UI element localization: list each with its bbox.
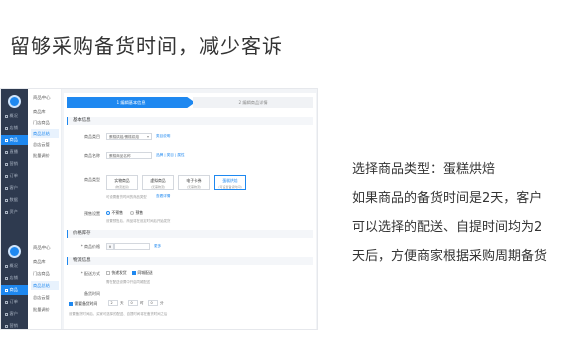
nav-item-order[interactable]: 订单 bbox=[1, 297, 28, 307]
sub-item-cloud[interactable]: 总店云管 bbox=[31, 293, 59, 302]
preorder-hint: 设置预售后，商品将在设定时间后开始发货 bbox=[106, 219, 171, 223]
stock-time-note: 设置备货时间后，买家可选择的配送、自提时间将在备货时间之后 bbox=[69, 312, 168, 316]
store-icon bbox=[5, 276, 8, 280]
stock-minutes-unit: 分 bbox=[160, 301, 164, 305]
nav-item-goods[interactable]: 商品 bbox=[1, 285, 28, 295]
stock-hours-unit: 时 bbox=[140, 301, 144, 305]
type-card-virtual[interactable]: 虚拟商品 (无需物流) bbox=[142, 175, 174, 190]
sub-item-library[interactable]: 商品库 bbox=[31, 107, 59, 116]
name-label: 商品名称 bbox=[84, 153, 100, 158]
checkbox-box bbox=[132, 271, 136, 275]
name-input[interactable]: 蛋糕商品名称 bbox=[106, 152, 152, 159]
price-label: * 商品价格 bbox=[80, 244, 100, 249]
store-logo bbox=[8, 95, 21, 108]
preorder-yes-radio[interactable]: 预售 bbox=[130, 210, 143, 216]
goods-icon bbox=[5, 138, 8, 142]
goods-icon bbox=[5, 288, 8, 292]
order-icon bbox=[5, 174, 8, 178]
category-label: 商品类目 bbox=[84, 134, 100, 139]
sub-item-goods-summary[interactable]: 商品总结 bbox=[31, 281, 59, 290]
stock-days-select[interactable]: 2 bbox=[108, 300, 118, 306]
type-label: 商品类型 bbox=[84, 177, 100, 182]
sub-item-cloud[interactable]: 总店云管 bbox=[31, 140, 59, 149]
section-logistics: 物流信息 bbox=[67, 257, 313, 265]
currency-prefix: ¥ bbox=[106, 243, 114, 250]
stock-time-checkbox[interactable]: 需要备货时间 bbox=[69, 301, 97, 307]
type-note: 可设置备货时间的商品类型 bbox=[106, 195, 147, 199]
sub-nav-heading: 商品中心 bbox=[33, 96, 51, 101]
radio-dot bbox=[130, 211, 134, 215]
nav-item-home[interactable]: 概况 bbox=[1, 111, 28, 121]
delivery-express-checkbox[interactable]: 快递发货 bbox=[106, 270, 127, 276]
nav-item-live[interactable]: 直播 bbox=[1, 147, 28, 157]
order-icon bbox=[5, 300, 8, 304]
nav-item-home[interactable]: 概况 bbox=[1, 261, 28, 271]
step-basic-info[interactable]: 1 编辑基本信息 bbox=[67, 97, 195, 108]
category-select[interactable]: 蛋糕烘焙/蛋糕烘焙 bbox=[106, 133, 152, 140]
checkbox-box bbox=[69, 302, 73, 306]
marketing-icon bbox=[5, 162, 8, 166]
nav-item-customer[interactable]: 客户 bbox=[1, 183, 28, 193]
customer-icon bbox=[5, 312, 8, 316]
sub-item-goods-summary[interactable]: 商品总结 bbox=[31, 129, 59, 138]
delivery-label: * 配送方式 bbox=[80, 271, 100, 276]
price-input[interactable] bbox=[114, 243, 150, 250]
home-icon bbox=[5, 114, 8, 118]
edit-goods-panel: 1 编辑基本信息 2 编辑商品详情 基本信息 商品类目 蛋糕烘焙/蛋糕烘焙 类目… bbox=[64, 93, 316, 329]
sub-item-price[interactable]: 批量调价 bbox=[31, 151, 59, 160]
sub-item-store-goods[interactable]: 门店商品 bbox=[31, 118, 59, 127]
nav-item-order[interactable]: 订单 bbox=[1, 171, 28, 181]
stock-hours-select[interactable]: 0 bbox=[128, 300, 138, 306]
page-headline: 留够采购备货时间，减少客诉 bbox=[10, 34, 283, 58]
nav-item-goods[interactable]: 商品 bbox=[1, 135, 28, 145]
marketing-icon bbox=[5, 324, 8, 328]
store-icon bbox=[5, 126, 8, 130]
stock-time-label: 备货时间 bbox=[84, 291, 100, 296]
description-line: 选择商品类型：蛋糕烘焙 bbox=[352, 162, 496, 177]
customer-icon bbox=[5, 186, 8, 190]
nav-item-customer[interactable]: 客户 bbox=[1, 309, 28, 319]
store-logo bbox=[8, 245, 21, 258]
stock-minutes-select[interactable]: 0 bbox=[148, 300, 158, 306]
nav-item-marketing[interactable]: 营销 bbox=[1, 321, 28, 329]
asset-icon bbox=[5, 210, 8, 214]
type-card-physical[interactable]: 实物商品 (物流发货) bbox=[106, 175, 138, 190]
description-line: 可以选择的配送、自提时间均为2 bbox=[352, 220, 543, 235]
section-basic-info: 基本信息 bbox=[67, 117, 313, 125]
type-card-cake[interactable]: 蛋糕烘焙 (可设置备货时间) bbox=[214, 175, 246, 190]
type-detail-link[interactable]: 查看详情 bbox=[156, 194, 170, 199]
category-help-link[interactable]: 类目说明 bbox=[156, 134, 170, 139]
stock-days-unit: 天 bbox=[120, 301, 124, 305]
checkbox-box bbox=[106, 271, 110, 275]
live-icon bbox=[5, 150, 8, 154]
step-bar: 1 编辑基本信息 2 编辑商品详情 bbox=[67, 97, 313, 108]
app-screenshot: 概况 店铺 商品 直播 营销 订单 客户 数据 资产 概况 店铺 商品 订单 客… bbox=[0, 88, 318, 330]
description-line: 天后，方便商家根据采购周期备货 bbox=[352, 249, 548, 264]
nav-item-data[interactable]: 数据 bbox=[1, 195, 28, 205]
nav-item-store[interactable]: 店铺 bbox=[1, 273, 28, 283]
preorder-no-radio[interactable]: 不预售 bbox=[106, 210, 123, 216]
nav-item-asset[interactable]: 资产 bbox=[1, 207, 28, 217]
price-more-link[interactable]: 更多 bbox=[154, 244, 161, 249]
delivery-local-checkbox[interactable]: 同城配送 bbox=[132, 270, 153, 276]
type-card-ecard[interactable]: 电子卡券 (无需物流) bbox=[178, 175, 210, 190]
section-price-stock: 价格库存 bbox=[67, 230, 313, 238]
nav-item-store[interactable]: 店铺 bbox=[1, 123, 28, 133]
sub-item-price[interactable]: 批量调价 bbox=[31, 305, 59, 314]
name-links[interactable]: 品牌 | 类目 | 属性 bbox=[156, 153, 185, 158]
delivery-hint: 需在配送设置中开启同城配送 bbox=[106, 280, 151, 284]
home-icon bbox=[5, 264, 8, 268]
sub-item-library[interactable]: 商品库 bbox=[31, 257, 59, 266]
description-line: 如果商品的备货时间是2天，客户 bbox=[352, 191, 543, 206]
primary-sidebar: 概况 店铺 商品 直播 营销 订单 客户 数据 资产 概况 店铺 商品 订单 客… bbox=[1, 89, 28, 329]
sub-nav-heading: 商品中心 bbox=[33, 246, 51, 251]
preorder-label: 预售设置 bbox=[84, 211, 100, 216]
nav-item-marketing[interactable]: 营销 bbox=[1, 159, 28, 169]
radio-dot bbox=[106, 211, 110, 215]
data-icon bbox=[5, 198, 8, 202]
sub-item-store-goods[interactable]: 门店商品 bbox=[31, 269, 59, 278]
step-goods-detail[interactable]: 2 编辑商品详情 bbox=[193, 97, 313, 108]
secondary-sidebar: 商品中心 商品库 门店商品 商品总结 总店云管 批量调价 商品中心 商品库 门店… bbox=[28, 89, 62, 329]
